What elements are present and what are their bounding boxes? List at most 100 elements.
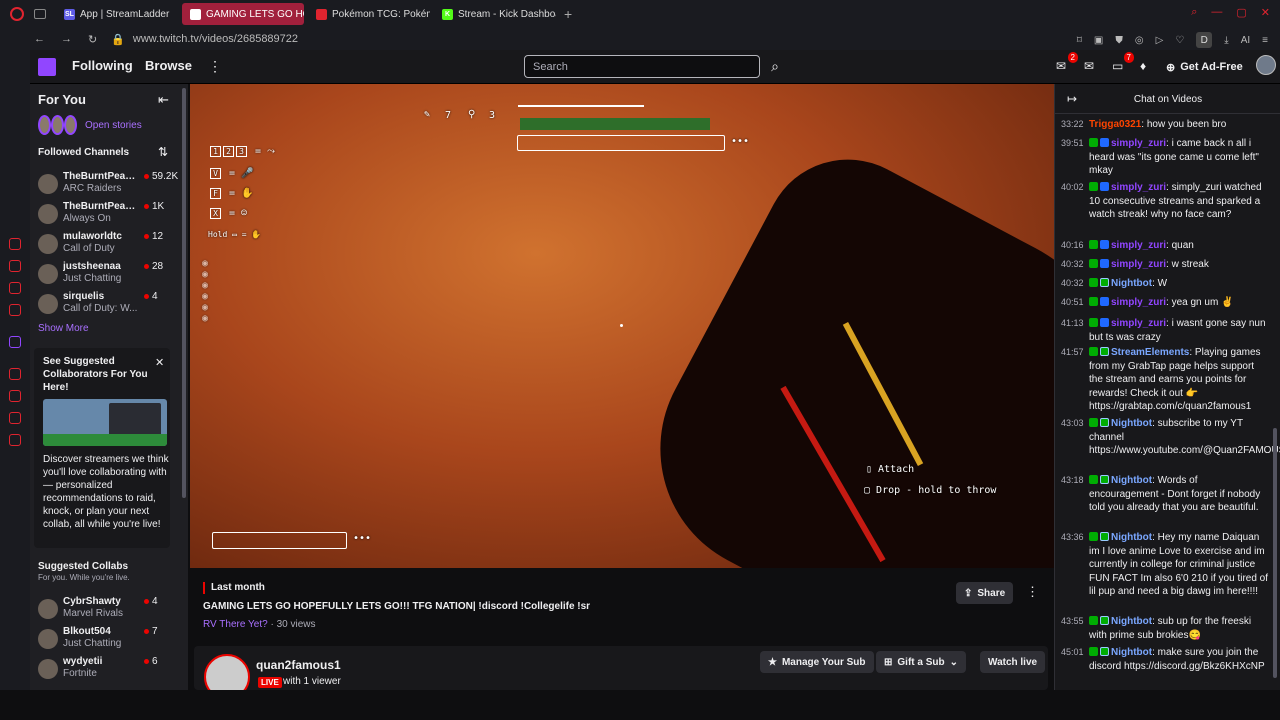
menu-icon[interactable]: ≡ bbox=[1262, 35, 1268, 46]
chat-username[interactable]: Nightbot bbox=[1111, 532, 1152, 543]
sidebar-extensions-icon[interactable] bbox=[9, 412, 21, 424]
chat-username[interactable]: Nightbot bbox=[1111, 475, 1152, 486]
chat-scrollbar[interactable] bbox=[1273, 428, 1277, 678]
message-timestamp[interactable]: 45:01 bbox=[1061, 646, 1084, 660]
followed-channel-item[interactable]: TheBurntPeanu... ARC Raiders 59.2K bbox=[36, 171, 178, 199]
search-icon[interactable]: ⌕ bbox=[764, 55, 786, 78]
bot-badge-icon[interactable] bbox=[1100, 278, 1109, 287]
show-more-link[interactable]: Show More bbox=[38, 323, 89, 334]
crown-icon[interactable]: ♦ bbox=[1140, 59, 1156, 75]
share-button[interactable]: ⇪ Share bbox=[956, 582, 1014, 604]
channel-name[interactable]: quan2famous1 bbox=[256, 658, 341, 672]
sidebar-player-icon[interactable] bbox=[9, 368, 21, 380]
browser-tab[interactable]: SL App | StreamLadder bbox=[56, 3, 178, 25]
mail-icon[interactable]: ✉ bbox=[1084, 59, 1100, 75]
back-icon[interactable]: ← bbox=[34, 33, 45, 46]
message-timestamp[interactable]: 40:32 bbox=[1061, 277, 1084, 291]
suggested-collab-item[interactable]: wydyetii Fortnite 6 bbox=[36, 656, 176, 684]
bot-badge-icon[interactable] bbox=[1100, 616, 1109, 625]
message-timestamp[interactable]: 33:22 bbox=[1061, 118, 1084, 132]
mod-badge-icon[interactable] bbox=[1089, 347, 1098, 356]
message-timestamp[interactable]: 43:18 bbox=[1061, 474, 1084, 488]
sidebar-mail-icon[interactable] bbox=[9, 304, 21, 316]
more-menu-icon[interactable]: ⋮ bbox=[208, 58, 222, 75]
sidebar-messenger-icon[interactable] bbox=[9, 282, 21, 294]
watch-live-button[interactable]: Watch live bbox=[980, 651, 1046, 673]
bot-badge-icon[interactable] bbox=[1100, 418, 1109, 427]
mod-badge-icon[interactable] bbox=[1089, 475, 1098, 484]
sidebar-twitch-icon[interactable] bbox=[9, 336, 21, 348]
ver-badge-icon[interactable] bbox=[1100, 259, 1109, 268]
maximize-icon[interactable]: ▢ bbox=[1236, 6, 1246, 19]
message-timestamp[interactable]: 40:51 bbox=[1061, 296, 1084, 310]
sort-icon[interactable]: ⇅ bbox=[158, 145, 168, 159]
followed-channel-item[interactable]: mulaworldtc Call of Duty 12 bbox=[36, 231, 176, 259]
bot-badge-icon[interactable] bbox=[1100, 532, 1109, 541]
chat-username[interactable]: simply_zuri bbox=[1111, 182, 1166, 193]
mod-badge-icon[interactable] bbox=[1089, 418, 1098, 427]
story-avatar[interactable] bbox=[64, 115, 77, 135]
video-player[interactable]: ✎ 7 ⚲ 3 ••• 123 = ⤳ V = 🎤 F = ✋ X = ☺ Ho… bbox=[190, 84, 1054, 568]
user-avatar[interactable] bbox=[1256, 55, 1276, 75]
bookmark-icon[interactable]: ⌑ bbox=[1077, 35, 1082, 46]
browser-tab[interactable]: GAMING LETS GO HO bbox=[182, 3, 304, 25]
suggested-collab-item[interactable]: CybrShawty Marvel Rivals 4 bbox=[36, 596, 176, 624]
mod-badge-icon[interactable] bbox=[1089, 138, 1098, 147]
download-icon[interactable]: ⤓ bbox=[1224, 35, 1228, 46]
shield-icon[interactable]: ⛊ bbox=[1115, 35, 1123, 46]
sidebar-clock-icon[interactable] bbox=[9, 390, 21, 402]
ver-badge-icon[interactable] bbox=[1100, 138, 1109, 147]
message-timestamp[interactable]: 41:57 bbox=[1061, 346, 1084, 360]
mod-badge-icon[interactable] bbox=[1089, 647, 1098, 656]
message-timestamp[interactable]: 40:16 bbox=[1061, 239, 1084, 253]
nav-browse[interactable]: Browse bbox=[145, 58, 192, 73]
stories-row[interactable]: Open stories bbox=[38, 115, 142, 135]
followed-channel-item[interactable]: sirquelis Call of Duty: W... 4 bbox=[36, 291, 176, 319]
ver-badge-icon[interactable] bbox=[1100, 240, 1109, 249]
mod-badge-icon[interactable] bbox=[1089, 182, 1098, 191]
chat-username[interactable]: simply_zuri bbox=[1111, 138, 1166, 149]
mod-badge-icon[interactable] bbox=[1089, 532, 1098, 541]
message-timestamp[interactable]: 41:13 bbox=[1061, 317, 1084, 331]
followed-channel-item[interactable]: TheBurntPeanu... Always On 1K bbox=[36, 201, 176, 229]
chat-username[interactable]: simply_zuri bbox=[1111, 259, 1166, 270]
message-timestamp[interactable]: 40:32 bbox=[1061, 258, 1084, 272]
story-avatar[interactable] bbox=[51, 115, 64, 135]
message-timestamp[interactable]: 40:02 bbox=[1061, 181, 1084, 195]
mod-badge-icon[interactable] bbox=[1089, 259, 1098, 268]
account-avatar[interactable]: D bbox=[1196, 32, 1213, 48]
chat-username[interactable]: Trigga0321 bbox=[1089, 119, 1141, 130]
collapse-sidebar-icon[interactable]: ⇤ bbox=[158, 92, 169, 108]
gift-sub-button[interactable]: ⊞ Gift a Sub ⌄ bbox=[876, 651, 967, 673]
minimize-icon[interactable]: — bbox=[1211, 6, 1222, 19]
sidebar-bag-icon[interactable] bbox=[9, 260, 21, 272]
ai-button[interactable]: AI bbox=[1241, 35, 1250, 46]
chat-username[interactable]: StreamElements bbox=[1111, 347, 1189, 358]
story-avatar[interactable] bbox=[38, 115, 51, 135]
get-ad-free-button[interactable]: ⊕ Get Ad-Free bbox=[1166, 56, 1243, 78]
category-link[interactable]: RV There Yet? bbox=[203, 619, 268, 630]
whispers-icon[interactable]: ▭ 7 bbox=[1112, 52, 1134, 75]
browser-tab[interactable]: K Stream - Kick Dashboard bbox=[434, 3, 556, 25]
sidebar-scrollbar[interactable] bbox=[182, 88, 186, 498]
snapshot-icon[interactable]: ▣ bbox=[1094, 35, 1103, 46]
chat-username[interactable]: Nightbot bbox=[1111, 647, 1152, 658]
mod-badge-icon[interactable] bbox=[1089, 616, 1098, 625]
manage-sub-button[interactable]: ★ Manage Your Sub bbox=[760, 651, 874, 673]
url-field[interactable]: www.twitch.tv/videos/2685889722 bbox=[133, 33, 298, 45]
chat-username[interactable]: simply_zuri bbox=[1111, 240, 1166, 251]
close-icon[interactable]: ✕ bbox=[155, 356, 164, 369]
message-timestamp[interactable]: 43:03 bbox=[1061, 417, 1084, 431]
close-window-icon[interactable]: ✕ bbox=[1261, 6, 1270, 19]
heart-icon[interactable]: ♡ bbox=[1175, 35, 1184, 46]
search-tabs-icon[interactable]: ⌕ bbox=[1191, 6, 1197, 19]
message-timestamp[interactable]: 39:51 bbox=[1061, 137, 1084, 151]
opera-logo-icon[interactable] bbox=[10, 7, 24, 21]
open-stories-link[interactable]: Open stories bbox=[85, 120, 142, 131]
chat-username[interactable]: Nightbot bbox=[1111, 418, 1152, 429]
new-tab-icon[interactable]: + bbox=[564, 6, 572, 22]
mod-badge-icon[interactable] bbox=[1089, 278, 1098, 287]
suggested-collab-item[interactable]: Blkout504 Just Chatting 7 bbox=[36, 626, 176, 654]
ver-badge-icon[interactable] bbox=[1100, 297, 1109, 306]
bot-badge-icon[interactable] bbox=[1100, 475, 1109, 484]
